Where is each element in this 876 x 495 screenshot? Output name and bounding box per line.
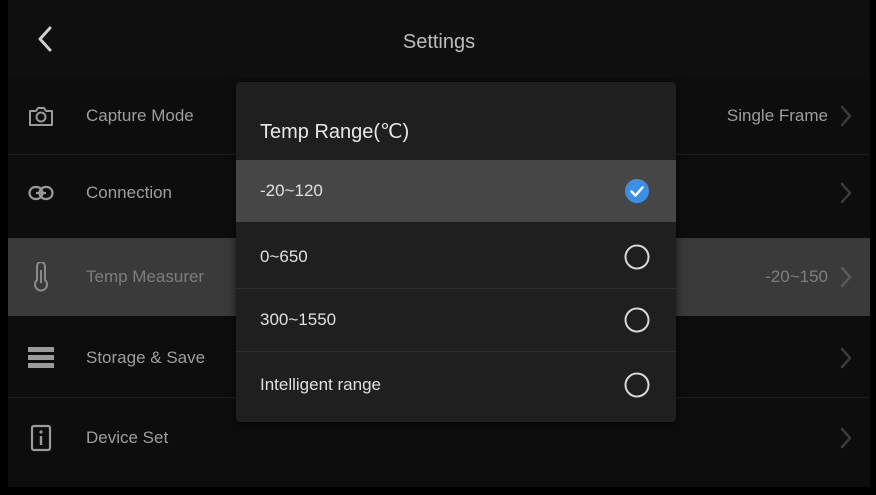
setting-label: Temp Measurer xyxy=(86,267,205,286)
range-option[interactable]: 300~1550 xyxy=(236,289,676,351)
camera-icon xyxy=(26,101,56,131)
range-option-label: 0~650 xyxy=(260,247,308,266)
settings-screen: Settings Capture Mode Single Frame Conne… xyxy=(8,0,870,487)
radio-checked-icon xyxy=(625,179,649,203)
chevron-right-icon xyxy=(840,182,852,204)
device-frame: Settings Capture Mode Single Frame Conne… xyxy=(0,0,876,495)
divider xyxy=(236,351,676,352)
setting-label: Storage & Save xyxy=(86,348,206,367)
range-option[interactable]: Intelligent range xyxy=(236,354,676,416)
chevron-right-icon xyxy=(840,427,852,449)
setting-value: Single Frame xyxy=(726,106,828,125)
range-option-label: 300~1550 xyxy=(260,310,337,329)
setting-value: -20~150 xyxy=(765,267,828,286)
device-icon xyxy=(26,423,56,453)
header-bar: Settings xyxy=(8,0,870,78)
temp-range-dialog: Temp Range(℃) -20~120 0~650 300~1550 Int… xyxy=(236,82,676,422)
chevron-right-icon xyxy=(840,347,852,369)
setting-label: Connection xyxy=(86,183,173,202)
range-option-label: Intelligent range xyxy=(260,375,381,394)
setting-label: Capture Mode xyxy=(86,106,194,125)
range-option-label: -20~120 xyxy=(260,181,323,200)
radio-unchecked-icon xyxy=(624,307,650,333)
chevron-right-icon xyxy=(840,266,852,288)
range-option[interactable]: 0~650 xyxy=(236,226,676,288)
radio-unchecked-icon xyxy=(624,372,650,398)
thermometer-icon xyxy=(26,262,56,292)
link-icon xyxy=(26,178,56,208)
dialog-title: Temp Range(℃) xyxy=(260,121,410,143)
page-title: Settings xyxy=(402,31,476,53)
storage-icon xyxy=(26,343,56,373)
range-option[interactable]: -20~120 xyxy=(236,160,676,222)
chevron-right-icon xyxy=(840,105,852,127)
setting-label: Device Set xyxy=(86,428,169,447)
radio-unchecked-icon xyxy=(624,244,650,270)
